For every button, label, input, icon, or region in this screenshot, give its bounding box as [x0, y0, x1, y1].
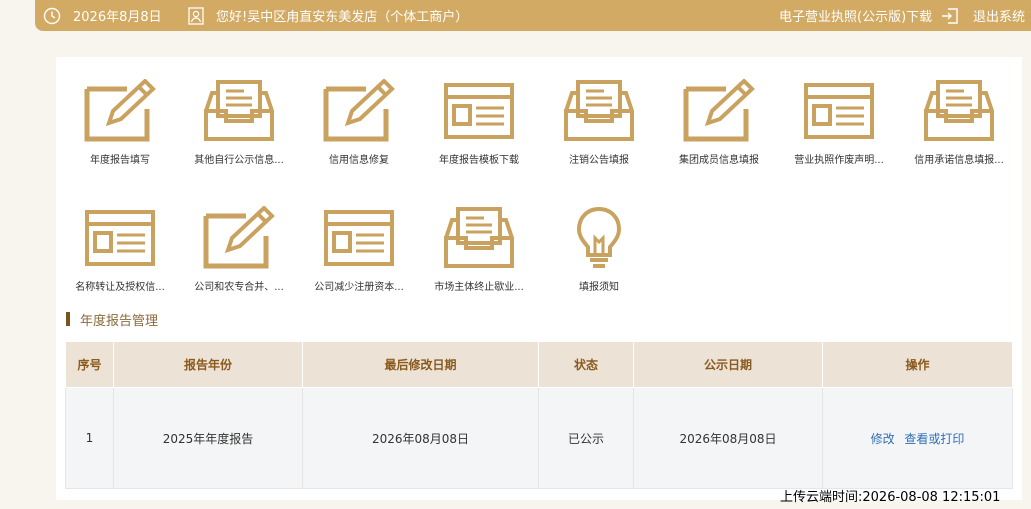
table-header-row: 序号 报告年份 最后修改日期 状态 公示日期 操作 — [65, 341, 1013, 388]
tile-8[interactable]: 名称转让及授权信... — [61, 206, 179, 324]
pencil-form-icon[interactable] — [83, 78, 157, 143]
tile-12[interactable]: 填报须知 — [540, 206, 658, 324]
pencil-form-icon[interactable] — [322, 78, 396, 143]
tile-label[interactable]: 集团成员信息填报 — [660, 151, 778, 166]
tile-11[interactable]: 市场主体终止歇业... — [420, 206, 538, 324]
inbox-tray-icon[interactable] — [202, 79, 276, 143]
col-header-no: 序号 — [65, 341, 114, 388]
cell-no: 1 — [65, 387, 114, 489]
inbox-tray-icon[interactable] — [922, 79, 996, 143]
col-header-published: 公示日期 — [633, 341, 823, 388]
col-header-status: 状态 — [538, 341, 634, 388]
tile-label[interactable]: 年度报告填写 — [61, 151, 179, 166]
date-area: 2026年8月8日 — [43, 0, 162, 31]
user-greeting: 您好!吴中区甪直安东美发店（个体工商户） — [216, 10, 469, 25]
tile-label[interactable]: 其他自行公示信息... — [180, 151, 298, 166]
top-bar: 2026年8月8日 您好!吴中区甪直安东美发店（个体工商户） 电子营业执照(公示… — [35, 0, 1031, 31]
logout-label[interactable]: 退出系统 — [973, 6, 1025, 25]
lightbulb-icon[interactable] — [562, 206, 636, 270]
cell-modified: 2026年08月08日 — [302, 387, 539, 489]
cell-actions: 修改 查看或打印 — [822, 387, 1013, 489]
tile-4[interactable]: 注销公告填报 — [540, 79, 658, 197]
table-row: 1 2025年年度报告 2026年08月08日 已公示 2026年08月08日 … — [65, 387, 1013, 489]
window-form-icon[interactable] — [322, 206, 396, 270]
view-print-link[interactable]: 查看或打印 — [904, 432, 964, 446]
tile-3[interactable]: 年度报告模板下载 — [420, 79, 538, 197]
current-date: 2026年8月8日 — [73, 10, 162, 25]
cell-status: 已公示 — [538, 387, 634, 489]
col-header-modified: 最后修改日期 — [302, 341, 539, 388]
cell-published: 2026年08月08日 — [633, 387, 823, 489]
tile-label[interactable]: 年度报告模板下载 — [420, 151, 538, 166]
cell-year: 2025年年度报告 — [113, 387, 303, 489]
clock-icon — [43, 7, 61, 25]
logout-button[interactable]: 退出系统 — [941, 0, 1025, 31]
window-form-icon[interactable] — [802, 79, 876, 143]
window-form-icon[interactable] — [442, 79, 516, 143]
section-title: 年度报告管理 — [80, 313, 159, 329]
tile-label[interactable]: 信用信息修复 — [300, 151, 418, 166]
report-table: 序号 报告年份 最后修改日期 状态 公示日期 操作 1 2025年年度报告 20… — [65, 341, 1013, 489]
col-header-actions: 操作 — [822, 341, 1013, 388]
tile-label[interactable]: 市场主体终止歇业... — [420, 278, 538, 293]
pencil-form-icon[interactable] — [682, 78, 756, 143]
tile-1[interactable]: 其他自行公示信息... — [180, 79, 298, 197]
tile-label[interactable]: 注销公告填报 — [540, 151, 658, 166]
section-header: 年度报告管理 — [66, 309, 158, 329]
edit-link[interactable]: 修改 — [871, 432, 895, 446]
tile-label[interactable]: 公司减少注册资本... — [300, 278, 418, 293]
inbox-tray-icon[interactable] — [562, 79, 636, 143]
tile-0[interactable]: 年度报告填写 — [61, 78, 179, 197]
tile-label[interactable]: 名称转让及授权信... — [61, 278, 179, 293]
license-download-label[interactable]: 电子营业执照(公示版)下载 — [779, 6, 932, 25]
tile-9[interactable]: 公司和农专合并、... — [180, 205, 298, 324]
tile-label[interactable]: 信用承诺信息填报... — [900, 151, 1018, 166]
tile-10[interactable]: 公司减少注册资本... — [300, 206, 418, 324]
tile-6[interactable]: 营业执照作废声明... — [780, 79, 898, 197]
greeting-area: 您好!吴中区甪直安东美发店（个体工商户） — [188, 0, 468, 31]
logout-icon[interactable] — [941, 7, 959, 25]
col-header-year: 报告年份 — [113, 341, 303, 388]
tile-label[interactable]: 填报须知 — [540, 278, 658, 293]
tile-label[interactable]: 营业执照作废声明... — [780, 151, 898, 166]
tile-5[interactable]: 集团成员信息填报 — [660, 78, 778, 197]
license-download-link[interactable]: 电子营业执照(公示版)下载 — [779, 0, 932, 31]
upload-timestamp: 上传云端时间:2026-08-08 12:15:01 — [780, 490, 1001, 505]
section-marker — [66, 312, 70, 326]
tile-7[interactable]: 信用承诺信息填报... — [900, 79, 1018, 197]
user-icon — [188, 6, 204, 25]
pencil-form-icon[interactable] — [202, 205, 276, 270]
window-form-icon[interactable] — [83, 206, 157, 270]
tile-2[interactable]: 信用信息修复 — [300, 78, 418, 197]
tile-label[interactable]: 公司和农专合并、... — [180, 278, 298, 293]
inbox-tray-icon[interactable] — [442, 206, 516, 270]
